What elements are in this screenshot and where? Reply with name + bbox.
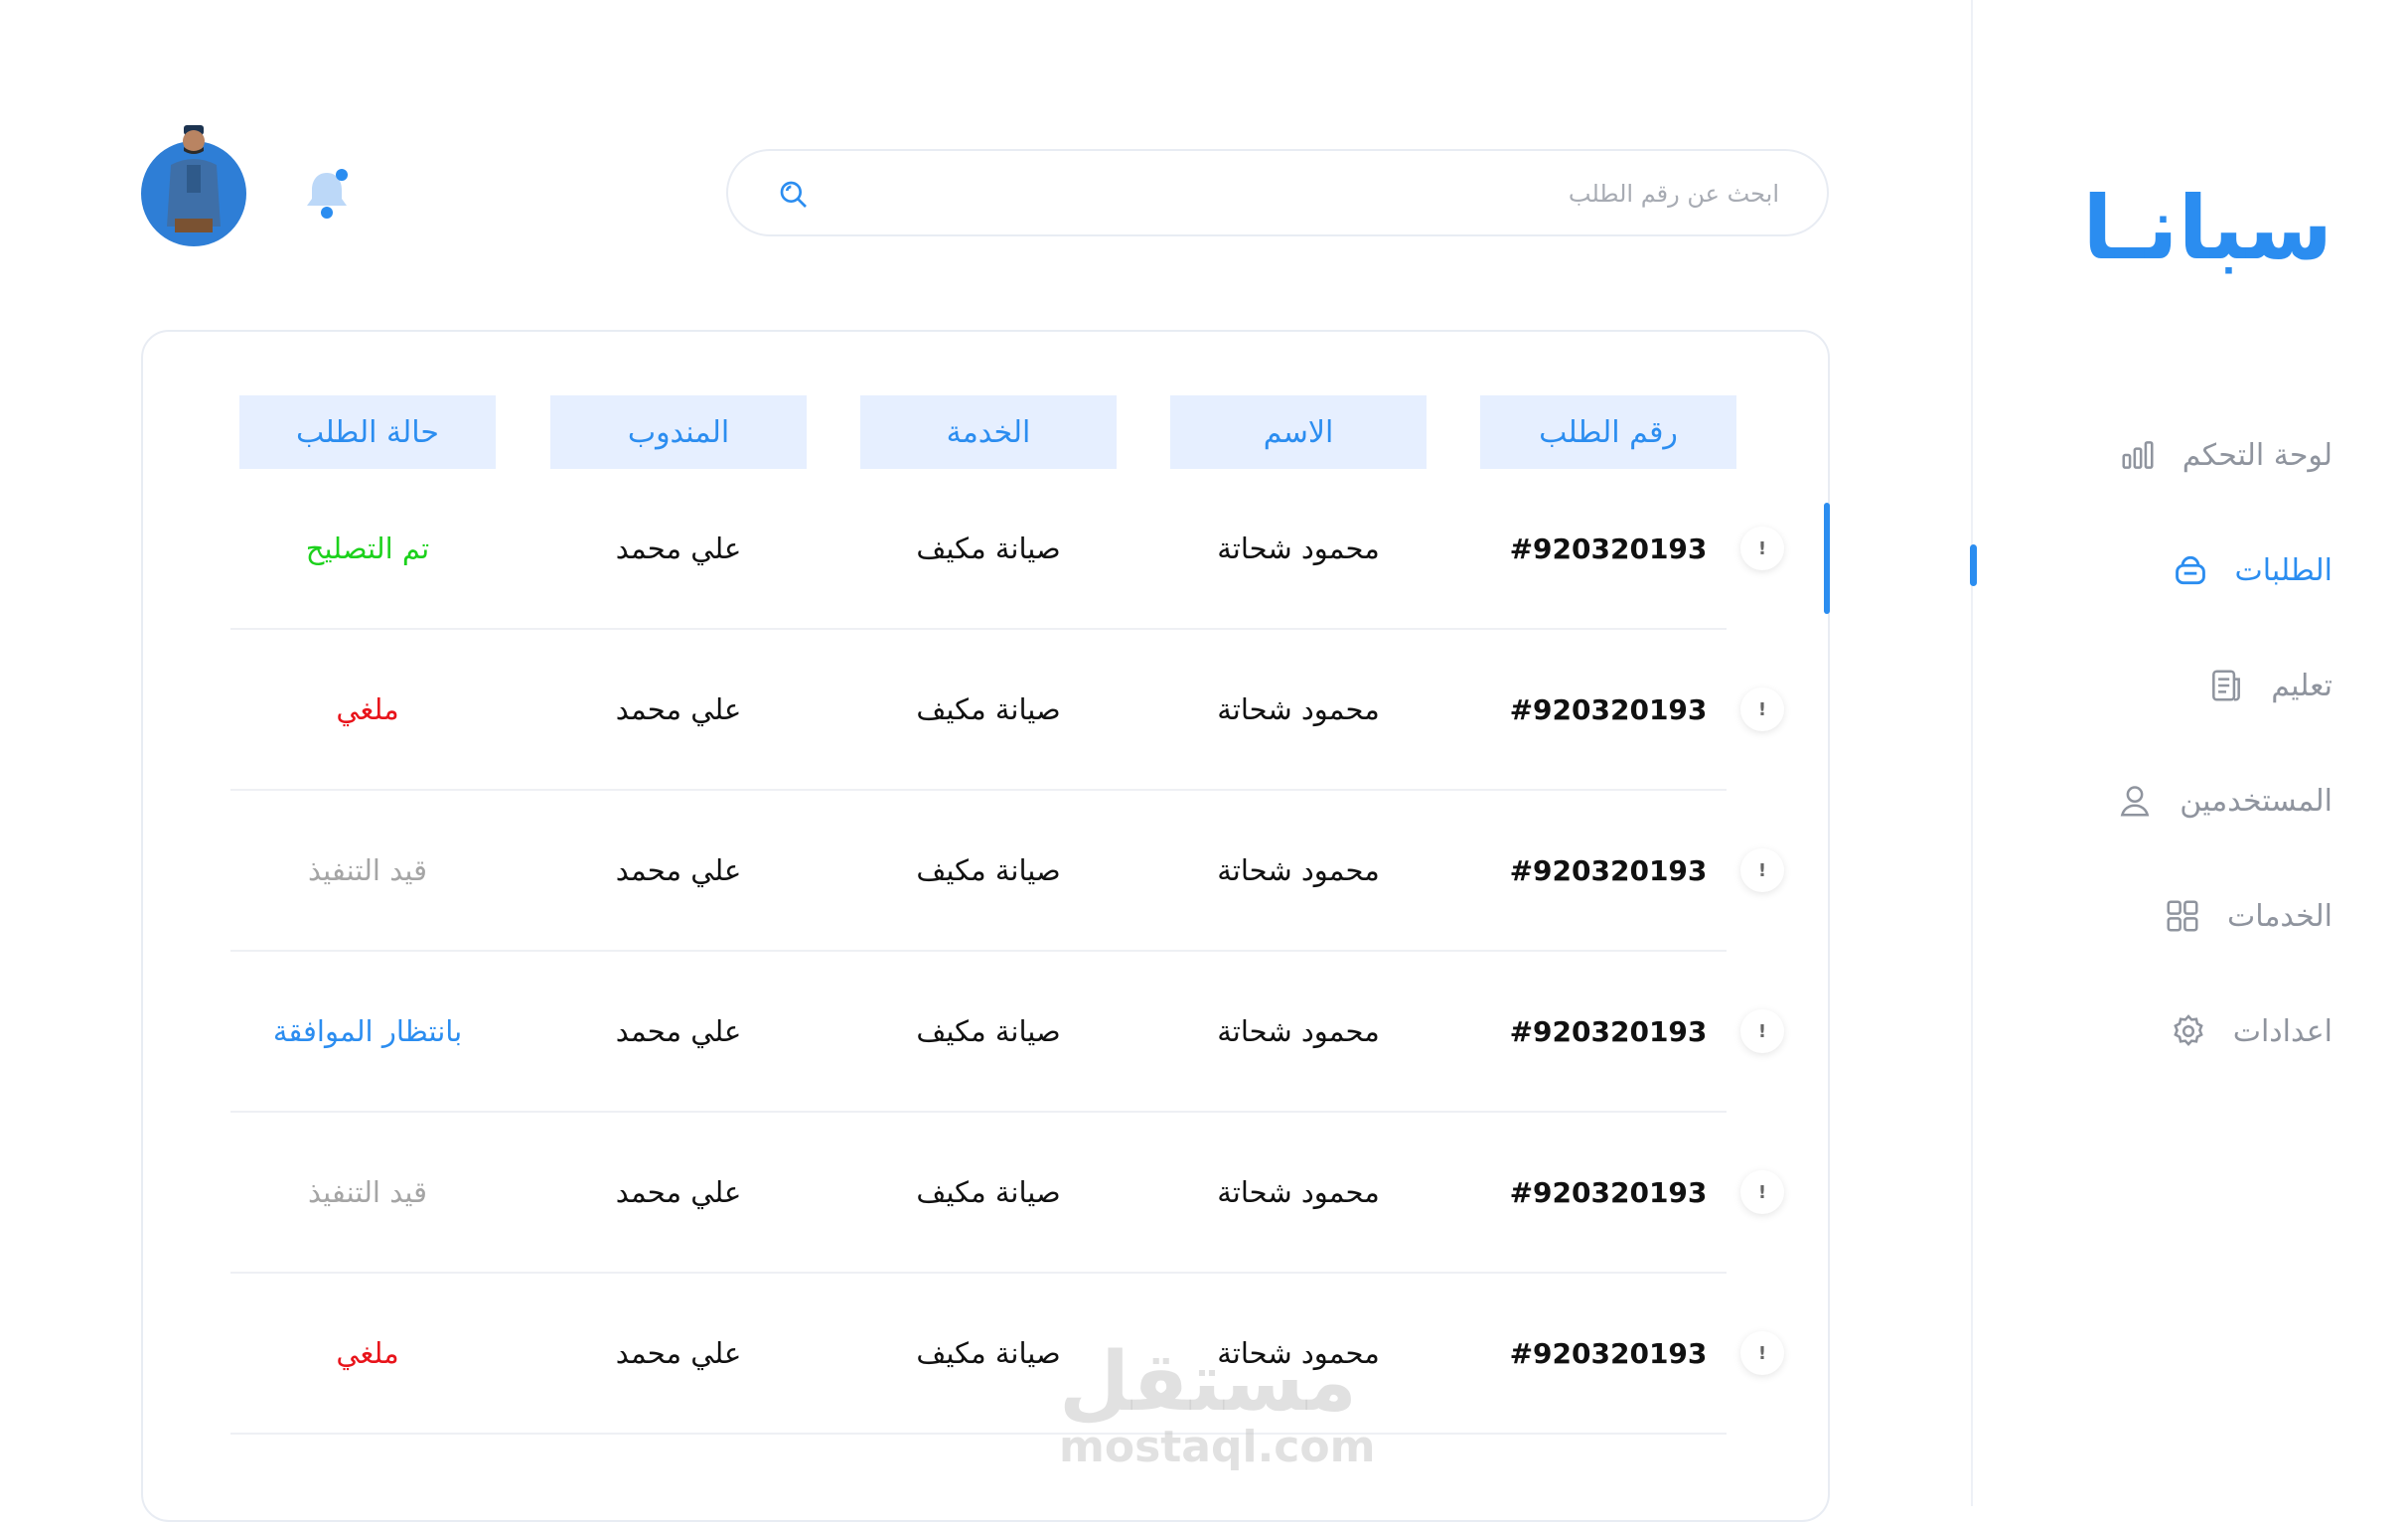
info-button[interactable]: !	[1740, 527, 1784, 570]
grid-icon	[2167, 900, 2198, 932]
avatar[interactable]	[141, 125, 246, 246]
sidebar-item-education[interactable]: تعليم	[2207, 656, 2333, 715]
column-header-agent[interactable]: المندوب	[550, 395, 807, 469]
info-button[interactable]: !	[1740, 848, 1784, 892]
search-bar	[726, 149, 1829, 236]
column-header-order-no[interactable]: رقم الطلب	[1480, 395, 1736, 469]
customer-name: محمود شحاتة	[1217, 1014, 1380, 1048]
agent-name: علي محمد	[615, 1175, 742, 1209]
sidebar-item-label: تعليم	[2271, 668, 2333, 703]
order-number: #920320193	[1509, 1336, 1708, 1370]
status-badge: ملغي	[336, 692, 399, 726]
agent-name: علي محمد	[615, 853, 742, 887]
order-number: #920320193	[1509, 532, 1708, 565]
service-name: صيانة مكيف	[916, 532, 1061, 565]
brand-logo[interactable]: سبانـا	[2082, 177, 2333, 279]
service-name: صيانة مكيف	[916, 692, 1061, 726]
agent-name: علي محمد	[615, 692, 742, 726]
bar-chart-icon	[2122, 441, 2154, 469]
order-number: #920320193	[1509, 692, 1708, 726]
status-badge: قيد التنفيذ	[307, 1175, 428, 1209]
status-badge: بانتظار الموافقة	[272, 1014, 463, 1048]
sidebar-item-label: اعدادات	[2232, 1013, 2333, 1049]
basket-icon	[2175, 555, 2205, 585]
service-name: صيانة مكيف	[916, 1014, 1061, 1048]
status-badge: ملغي	[336, 1336, 399, 1370]
watermark: مستقل mostaql.com	[1059, 1335, 1376, 1472]
customer-name: محمود شحاتة	[1217, 853, 1380, 887]
agent-name: علي محمد	[615, 1336, 742, 1370]
row-divider	[230, 1111, 1727, 1113]
row-divider	[230, 628, 1727, 630]
search-icon[interactable]	[778, 179, 810, 211]
watermark-arabic: مستقل	[1059, 1335, 1357, 1430]
sidebar-item-label: المستخدمين	[2180, 783, 2333, 819]
column-header-service[interactable]: الخدمة	[860, 395, 1117, 469]
sidebar-item-label: الخدمات	[2226, 898, 2333, 934]
info-button[interactable]: !	[1740, 1331, 1784, 1375]
bell-icon[interactable]	[298, 165, 356, 225]
column-header-name[interactable]: الاسم	[1170, 395, 1427, 469]
scrollbar-thumb[interactable]	[1824, 503, 1830, 614]
service-name: صيانة مكيف	[916, 1175, 1061, 1209]
agent-name: علي محمد	[615, 1014, 742, 1048]
column-header-status[interactable]: حالة الطلب	[239, 395, 496, 469]
sidebar-item-orders[interactable]: الطلبات	[2172, 540, 2333, 600]
info-button[interactable]: !	[1740, 687, 1784, 731]
user-avatar-icon	[167, 125, 221, 232]
order-number: #920320193	[1509, 1014, 1708, 1048]
sidebar-item-label: لوحة التحكم	[2182, 437, 2333, 473]
customer-name: محمود شحاتة	[1217, 532, 1380, 565]
row-divider	[230, 1433, 1727, 1435]
customer-name: محمود شحاتة	[1217, 1175, 1380, 1209]
sidebar-item-dashboard[interactable]: لوحة التحكم	[2119, 425, 2333, 485]
status-badge: قيد التنفيذ	[307, 853, 428, 887]
info-button[interactable]: !	[1740, 1170, 1784, 1214]
customer-name: محمود شحاتة	[1217, 692, 1380, 726]
row-divider	[230, 789, 1727, 791]
watermark-latin: mostaql.com	[1059, 1422, 1376, 1472]
status-badge: تم التصليح	[305, 532, 430, 565]
sidebar-item-settings[interactable]: اعدادات	[2170, 1001, 2333, 1061]
active-indicator	[1970, 544, 1977, 586]
user-icon	[2120, 786, 2150, 817]
search-input[interactable]	[883, 151, 1781, 236]
sidebar-item-services[interactable]: الخدمات	[2164, 886, 2333, 946]
sidebar: سبانـا لوحة التحكم الطلبات تعليم المستخد…	[1970, 0, 2408, 1506]
sidebar-item-users[interactable]: المستخدمين	[2116, 771, 2333, 831]
service-name: صيانة مكيف	[916, 853, 1061, 887]
order-number: #920320193	[1509, 853, 1708, 887]
document-icon	[2212, 670, 2241, 701]
agent-name: علي محمد	[615, 532, 742, 565]
sidebar-item-label: الطلبات	[2234, 552, 2333, 588]
info-button[interactable]: !	[1740, 1009, 1784, 1053]
order-number: #920320193	[1509, 1175, 1708, 1209]
row-divider	[230, 1272, 1727, 1274]
gear-icon	[2173, 1014, 2203, 1047]
row-divider	[230, 950, 1727, 952]
